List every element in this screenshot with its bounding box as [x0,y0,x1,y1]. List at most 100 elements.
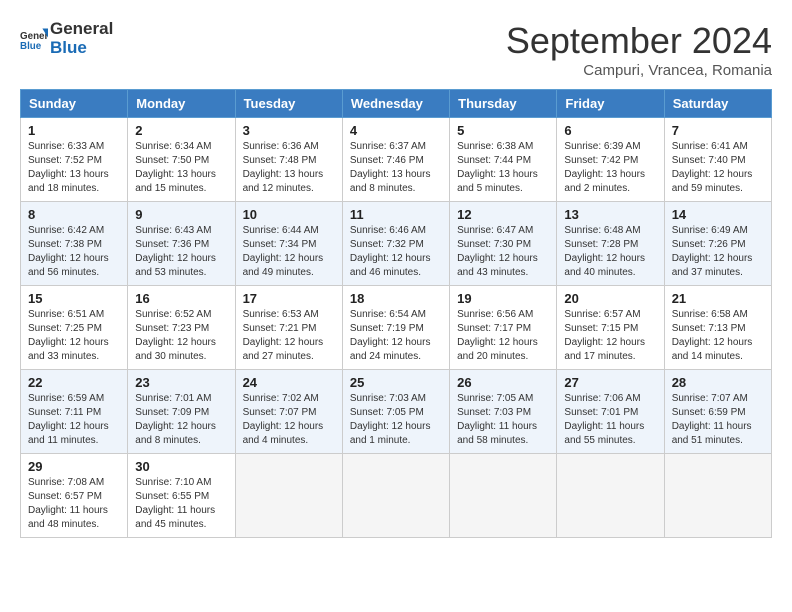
day-cell: 16 Sunrise: 6:52 AM Sunset: 7:23 PM Dayli… [128,286,235,370]
week-row-3: 15Sunrise: 6:51 AM Sunset: 7:25 PM Dayli… [21,286,772,370]
day-number: 11 [350,207,442,222]
col-saturday: Saturday [664,90,771,118]
day-info: Sunrise: 6:43 AM Sunset: 7:36 PM Dayligh… [135,224,227,280]
day-number: 8 [28,207,120,222]
week-row-2: 8Sunrise: 6:42 AM Sunset: 7:38 PM Daylig… [21,202,772,286]
day-cell: 12 Sunrise: 6:47 AM Sunset: 7:30 PM Dayli… [450,202,557,286]
day-info: Sunrise: 6:48 AM Sunset: 7:28 PM Dayligh… [564,224,656,280]
day-cell: 7Sunrise: 6:41 AM Sunset: 7:40 PM Daylig… [664,118,771,202]
header: General Blue General Blue September 2024… [20,20,772,79]
day-number: 29 [28,459,120,474]
day-cell [342,454,449,538]
col-sunday: Sunday [21,90,128,118]
day-number: 28 [672,375,764,390]
svg-text:Blue: Blue [20,40,42,51]
day-info: Sunrise: 6:37 AM Sunset: 7:46 PM Dayligh… [350,140,442,196]
day-number: 9 [135,207,227,222]
day-cell [450,454,557,538]
day-cell: 14 Sunrise: 6:49 AM Sunset: 7:26 PM Dayli… [664,202,771,286]
day-info: Sunrise: 7:05 AM Sunset: 7:03 PM Dayligh… [457,392,549,448]
day-cell: 27 Sunrise: 7:06 AM Sunset: 7:01 PM Dayli… [557,370,664,454]
day-cell: 29 Sunrise: 7:08 AM Sunset: 6:57 PM Dayli… [21,454,128,538]
col-wednesday: Wednesday [342,90,449,118]
day-cell: 2Sunrise: 6:34 AM Sunset: 7:50 PM Daylig… [128,118,235,202]
day-info: Sunrise: 7:03 AM Sunset: 7:05 PM Dayligh… [350,392,442,448]
day-info: Sunrise: 7:07 AM Sunset: 6:59 PM Dayligh… [672,392,764,448]
logo-icon: General Blue [20,25,48,53]
week-row-5: 29 Sunrise: 7:08 AM Sunset: 6:57 PM Dayli… [21,454,772,538]
day-info: Sunrise: 6:59 AM Sunset: 7:11 PM Dayligh… [28,392,120,448]
day-info: Sunrise: 6:56 AM Sunset: 7:17 PM Dayligh… [457,308,549,364]
col-tuesday: Tuesday [235,90,342,118]
day-cell: 28 Sunrise: 7:07 AM Sunset: 6:59 PM Dayli… [664,370,771,454]
day-info: Sunrise: 6:36 AM Sunset: 7:48 PM Dayligh… [243,140,335,196]
header-row: Sunday Monday Tuesday Wednesday Thursday… [21,90,772,118]
calendar-table: Sunday Monday Tuesday Wednesday Thursday… [20,89,772,538]
day-number: 26 [457,375,549,390]
day-cell [235,454,342,538]
day-number: 6 [564,123,656,138]
day-number: 17 [243,291,335,306]
day-number: 27 [564,375,656,390]
day-number: 3 [243,123,335,138]
day-number: 7 [672,123,764,138]
day-cell: 30 Sunrise: 7:10 AM Sunset: 6:55 PM Dayli… [128,454,235,538]
day-cell: 20 Sunrise: 6:57 AM Sunset: 7:15 PM Dayli… [557,286,664,370]
day-info: Sunrise: 6:47 AM Sunset: 7:30 PM Dayligh… [457,224,549,280]
col-friday: Friday [557,90,664,118]
day-cell: 13 Sunrise: 6:48 AM Sunset: 7:28 PM Dayli… [557,202,664,286]
logo-line1: General [50,20,113,39]
day-cell: 26 Sunrise: 7:05 AM Sunset: 7:03 PM Dayli… [450,370,557,454]
day-cell: 8Sunrise: 6:42 AM Sunset: 7:38 PM Daylig… [21,202,128,286]
day-cell: 19Sunrise: 6:56 AM Sunset: 7:17 PM Dayli… [450,286,557,370]
day-number: 30 [135,459,227,474]
day-number: 12 [457,207,549,222]
day-cell: 1Sunrise: 6:33 AM Sunset: 7:52 PM Daylig… [21,118,128,202]
location-subtitle: Campuri, Vrancea, Romania [506,62,772,79]
week-row-1: 1Sunrise: 6:33 AM Sunset: 7:52 PM Daylig… [21,118,772,202]
day-number: 14 [672,207,764,222]
day-number: 20 [564,291,656,306]
day-number: 10 [243,207,335,222]
day-cell: 22 Sunrise: 6:59 AM Sunset: 7:11 PM Dayli… [21,370,128,454]
col-monday: Monday [128,90,235,118]
day-number: 13 [564,207,656,222]
day-cell: 4 Sunrise: 6:37 AM Sunset: 7:46 PM Daylig… [342,118,449,202]
day-info: Sunrise: 7:10 AM Sunset: 6:55 PM Dayligh… [135,476,227,532]
day-cell: 24 Sunrise: 7:02 AM Sunset: 7:07 PM Dayli… [235,370,342,454]
day-info: Sunrise: 6:46 AM Sunset: 7:32 PM Dayligh… [350,224,442,280]
month-title: September 2024 [506,20,772,62]
day-cell: 17 Sunrise: 6:53 AM Sunset: 7:21 PM Dayli… [235,286,342,370]
day-cell: 18Sunrise: 6:54 AM Sunset: 7:19 PM Dayli… [342,286,449,370]
day-number: 23 [135,375,227,390]
day-number: 5 [457,123,549,138]
day-info: Sunrise: 6:49 AM Sunset: 7:26 PM Dayligh… [672,224,764,280]
day-info: Sunrise: 7:02 AM Sunset: 7:07 PM Dayligh… [243,392,335,448]
day-info: Sunrise: 6:44 AM Sunset: 7:34 PM Dayligh… [243,224,335,280]
day-info: Sunrise: 6:38 AM Sunset: 7:44 PM Dayligh… [457,140,549,196]
day-number: 24 [243,375,335,390]
day-info: Sunrise: 7:08 AM Sunset: 6:57 PM Dayligh… [28,476,120,532]
day-number: 21 [672,291,764,306]
day-number: 18 [350,291,442,306]
title-block: September 2024 Campuri, Vrancea, Romania [506,20,772,79]
day-cell: 6 Sunrise: 6:39 AM Sunset: 7:42 PM Daylig… [557,118,664,202]
day-info: Sunrise: 6:53 AM Sunset: 7:21 PM Dayligh… [243,308,335,364]
day-number: 16 [135,291,227,306]
week-row-4: 22 Sunrise: 6:59 AM Sunset: 7:11 PM Dayli… [21,370,772,454]
day-cell [664,454,771,538]
day-cell: 10 Sunrise: 6:44 AM Sunset: 7:34 PM Dayli… [235,202,342,286]
day-info: Sunrise: 6:51 AM Sunset: 7:25 PM Dayligh… [28,308,120,364]
day-info: Sunrise: 6:39 AM Sunset: 7:42 PM Dayligh… [564,140,656,196]
day-number: 4 [350,123,442,138]
day-info: Sunrise: 6:57 AM Sunset: 7:15 PM Dayligh… [564,308,656,364]
day-cell: 5 Sunrise: 6:38 AM Sunset: 7:44 PM Daylig… [450,118,557,202]
day-number: 25 [350,375,442,390]
day-info: Sunrise: 6:58 AM Sunset: 7:13 PM Dayligh… [672,308,764,364]
day-cell: 3 Sunrise: 6:36 AM Sunset: 7:48 PM Daylig… [235,118,342,202]
day-cell [557,454,664,538]
day-number: 22 [28,375,120,390]
day-info: Sunrise: 7:06 AM Sunset: 7:01 PM Dayligh… [564,392,656,448]
day-info: Sunrise: 6:52 AM Sunset: 7:23 PM Dayligh… [135,308,227,364]
day-info: Sunrise: 6:33 AM Sunset: 7:52 PM Dayligh… [28,140,120,196]
